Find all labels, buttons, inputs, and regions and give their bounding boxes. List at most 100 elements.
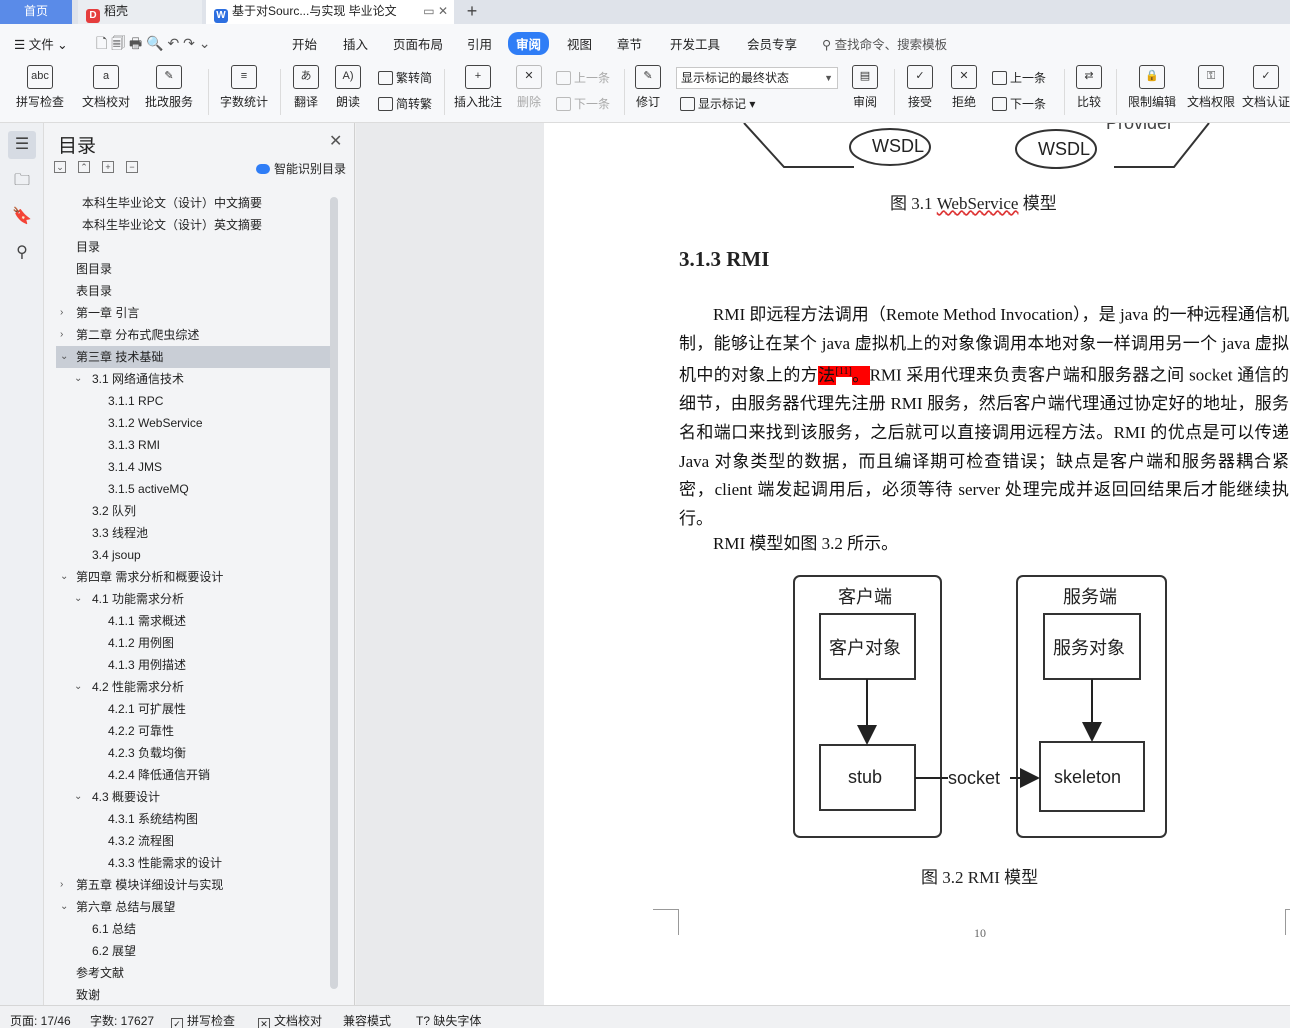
- compare-button[interactable]: ⇄ 比较: [1070, 61, 1108, 110]
- collapse-all-icon[interactable]: ⌄: [54, 161, 66, 173]
- add-heading-icon[interactable]: +: [102, 161, 114, 173]
- read-aloud-button[interactable]: A) 朗读: [330, 61, 366, 110]
- menu-member[interactable]: 会员专享: [747, 34, 797, 53]
- toc-item[interactable]: ⌄ 4.1 功能需求分析: [56, 588, 330, 610]
- chevron-right-icon[interactable]: ›: [60, 302, 63, 324]
- status-proof[interactable]: ✕ 文档校对: [258, 1012, 322, 1028]
- tab-close-icon[interactable]: ▭ ✕: [423, 0, 448, 22]
- toc-item[interactable]: 4.3.3 性能需求的设计: [56, 852, 330, 874]
- close-icon[interactable]: ✕: [329, 131, 342, 151]
- menu-chapter[interactable]: 章节: [617, 34, 642, 53]
- bookmark-icon[interactable]: 🔖: [12, 207, 32, 227]
- word-count-button[interactable]: ≡ 字数统计: [216, 61, 272, 110]
- toc-item[interactable]: ⌄ 第三章 技术基础: [56, 346, 330, 368]
- markup-state-select[interactable]: 显示标记的最终状态 ▼: [676, 67, 838, 89]
- chevron-down-icon[interactable]: ⌄: [60, 566, 68, 588]
- doc-auth-button[interactable]: ✓ 文档认证: [1242, 61, 1290, 110]
- toc-panel-icon[interactable]: ☰: [8, 131, 36, 159]
- tab-daoke[interactable]: D 稻壳: [78, 0, 202, 24]
- toc-item[interactable]: 3.1.1 RPC: [56, 390, 330, 412]
- page-indicator[interactable]: 页面: 17/46: [10, 1012, 71, 1028]
- review-pane-button[interactable]: ▤ 审阅: [846, 61, 884, 110]
- new-tab-icon[interactable]: +: [462, 0, 482, 24]
- toc-item[interactable]: › 第一章 引言: [56, 302, 330, 324]
- toc-item[interactable]: 3.1.5 activeMQ: [56, 478, 330, 500]
- chevron-down-icon[interactable]: ⌄: [60, 346, 68, 368]
- chevron-down-icon[interactable]: ⌄: [74, 588, 82, 610]
- search-icon[interactable]: ⚲: [12, 243, 32, 263]
- toc-item[interactable]: 4.2.3 负载均衡: [56, 742, 330, 764]
- tab-document[interactable]: W 基于对Sourc...与实现 毕业论文 ▭ ✕: [206, 0, 454, 24]
- quick-access-icons[interactable]: 🗋 🗐 🖶 🔍 ↶ ↷ ⌄: [96, 33, 210, 57]
- file-menu[interactable]: ☰ 文件 ⌄: [14, 34, 68, 53]
- chevron-right-icon[interactable]: ›: [60, 874, 63, 896]
- remove-heading-icon[interactable]: −: [126, 161, 138, 173]
- toc-item[interactable]: 6.1 总结: [56, 918, 330, 940]
- chevron-down-icon[interactable]: ⌄: [74, 786, 82, 808]
- toc-item[interactable]: ⌄ 第六章 总结与展望: [56, 896, 330, 918]
- toc-item[interactable]: 致谢: [56, 984, 330, 1006]
- toc-item[interactable]: 4.3.1 系统结构图: [56, 808, 330, 830]
- toc-item[interactable]: › 第五章 模块详细设计与实现: [56, 874, 330, 896]
- prev-comment-button[interactable]: 上一条: [556, 69, 610, 86]
- chevron-down-icon[interactable]: ⌄: [74, 676, 82, 698]
- toc-item[interactable]: 4.2.2 可靠性: [56, 720, 330, 742]
- menu-layout[interactable]: 页面布局: [393, 34, 443, 53]
- translate-button[interactable]: あ翻译: [286, 61, 326, 110]
- toc-item[interactable]: ⌄ 第四章 需求分析和概要设计: [56, 566, 330, 588]
- reject-button[interactable]: ✕ 拒绝: [944, 61, 984, 110]
- chevron-down-icon[interactable]: ⌄: [74, 368, 82, 390]
- toc-item[interactable]: 4.3.2 流程图: [56, 830, 330, 852]
- insert-comment-button[interactable]: + 插入批注: [452, 61, 504, 110]
- toc-item[interactable]: › 第二章 分布式爬虫综述: [56, 324, 330, 346]
- smart-toc-button[interactable]: 智能识别目录: [256, 160, 346, 177]
- accept-button[interactable]: ✓ 接受: [900, 61, 940, 110]
- toc-item[interactable]: 参考文献: [56, 962, 330, 984]
- delete-comment-button[interactable]: ✕ 删除: [510, 61, 548, 110]
- toc-item[interactable]: 本科生毕业论文（设计）中文摘要: [56, 192, 330, 214]
- toc-item[interactable]: 表目录: [56, 280, 330, 302]
- toc-item[interactable]: 3.2 队列: [56, 500, 330, 522]
- menu-view[interactable]: 视图: [567, 34, 592, 53]
- menu-insert[interactable]: 插入: [343, 34, 368, 53]
- toc-item[interactable]: 3.1.2 WebService: [56, 412, 330, 434]
- chapter-nav-icon[interactable]: 🗀: [12, 171, 32, 191]
- proof-button[interactable]: a 文档校对: [80, 61, 132, 110]
- restrict-edit-button[interactable]: 🔒 限制编辑: [1124, 61, 1180, 110]
- toc-item[interactable]: 目录: [56, 236, 330, 258]
- toc-item[interactable]: ⌄ 4.2 性能需求分析: [56, 676, 330, 698]
- missing-font[interactable]: T? 缺失字体: [416, 1012, 481, 1028]
- toc-item[interactable]: 4.2.4 降低通信开销: [56, 764, 330, 786]
- simp-to-trad-button[interactable]: 简转繁: [378, 95, 432, 112]
- show-markup-button[interactable]: 显示标记 ▾: [680, 95, 755, 112]
- toc-item[interactable]: 4.1.1 需求概述: [56, 610, 330, 632]
- prev-change-button[interactable]: 上一条: [992, 69, 1046, 86]
- next-comment-button[interactable]: 下一条: [556, 95, 610, 112]
- toc-item[interactable]: ⌄ 4.3 概要设计: [56, 786, 330, 808]
- track-changes-button[interactable]: ✎ 修订: [630, 61, 666, 110]
- expand-all-icon[interactable]: ⌃: [78, 161, 90, 173]
- menu-reference[interactable]: 引用: [467, 34, 492, 53]
- word-count-indicator[interactable]: 字数: 17627: [90, 1012, 154, 1028]
- toc-item[interactable]: 4.1.3 用例描述: [56, 654, 330, 676]
- compat-mode[interactable]: 兼容模式: [343, 1012, 391, 1028]
- chevron-right-icon[interactable]: ›: [60, 324, 63, 346]
- command-search[interactable]: ⚲ 查找命令、搜索模板: [822, 34, 947, 53]
- toc-item[interactable]: 4.2.1 可扩展性: [56, 698, 330, 720]
- menu-review[interactable]: 审阅: [508, 32, 550, 55]
- doc-permission-button[interactable]: ⚿ 文档权限: [1184, 61, 1238, 110]
- trad-to-simp-button[interactable]: 繁转简: [378, 69, 432, 86]
- status-spell-check[interactable]: ✓ 拼写检查: [171, 1012, 235, 1028]
- toc-item[interactable]: 3.1.4 JMS: [56, 456, 330, 478]
- batch-service-button[interactable]: ✎ 批改服务: [138, 61, 200, 110]
- menu-devtools[interactable]: 开发工具: [670, 34, 720, 53]
- spell-check-button[interactable]: abc 拼写检查: [10, 61, 70, 110]
- toc-scrollbar[interactable]: [330, 197, 338, 989]
- toc-item[interactable]: 图目录: [56, 258, 330, 280]
- toc-item[interactable]: ⌄ 3.1 网络通信技术: [56, 368, 330, 390]
- next-change-button[interactable]: 下一条: [992, 95, 1046, 112]
- toc-item[interactable]: 6.2 展望: [56, 940, 330, 962]
- menu-start[interactable]: 开始: [292, 34, 317, 53]
- tab-home[interactable]: 首页: [0, 0, 72, 24]
- toc-item[interactable]: 本科生毕业论文（设计）英文摘要: [56, 214, 330, 236]
